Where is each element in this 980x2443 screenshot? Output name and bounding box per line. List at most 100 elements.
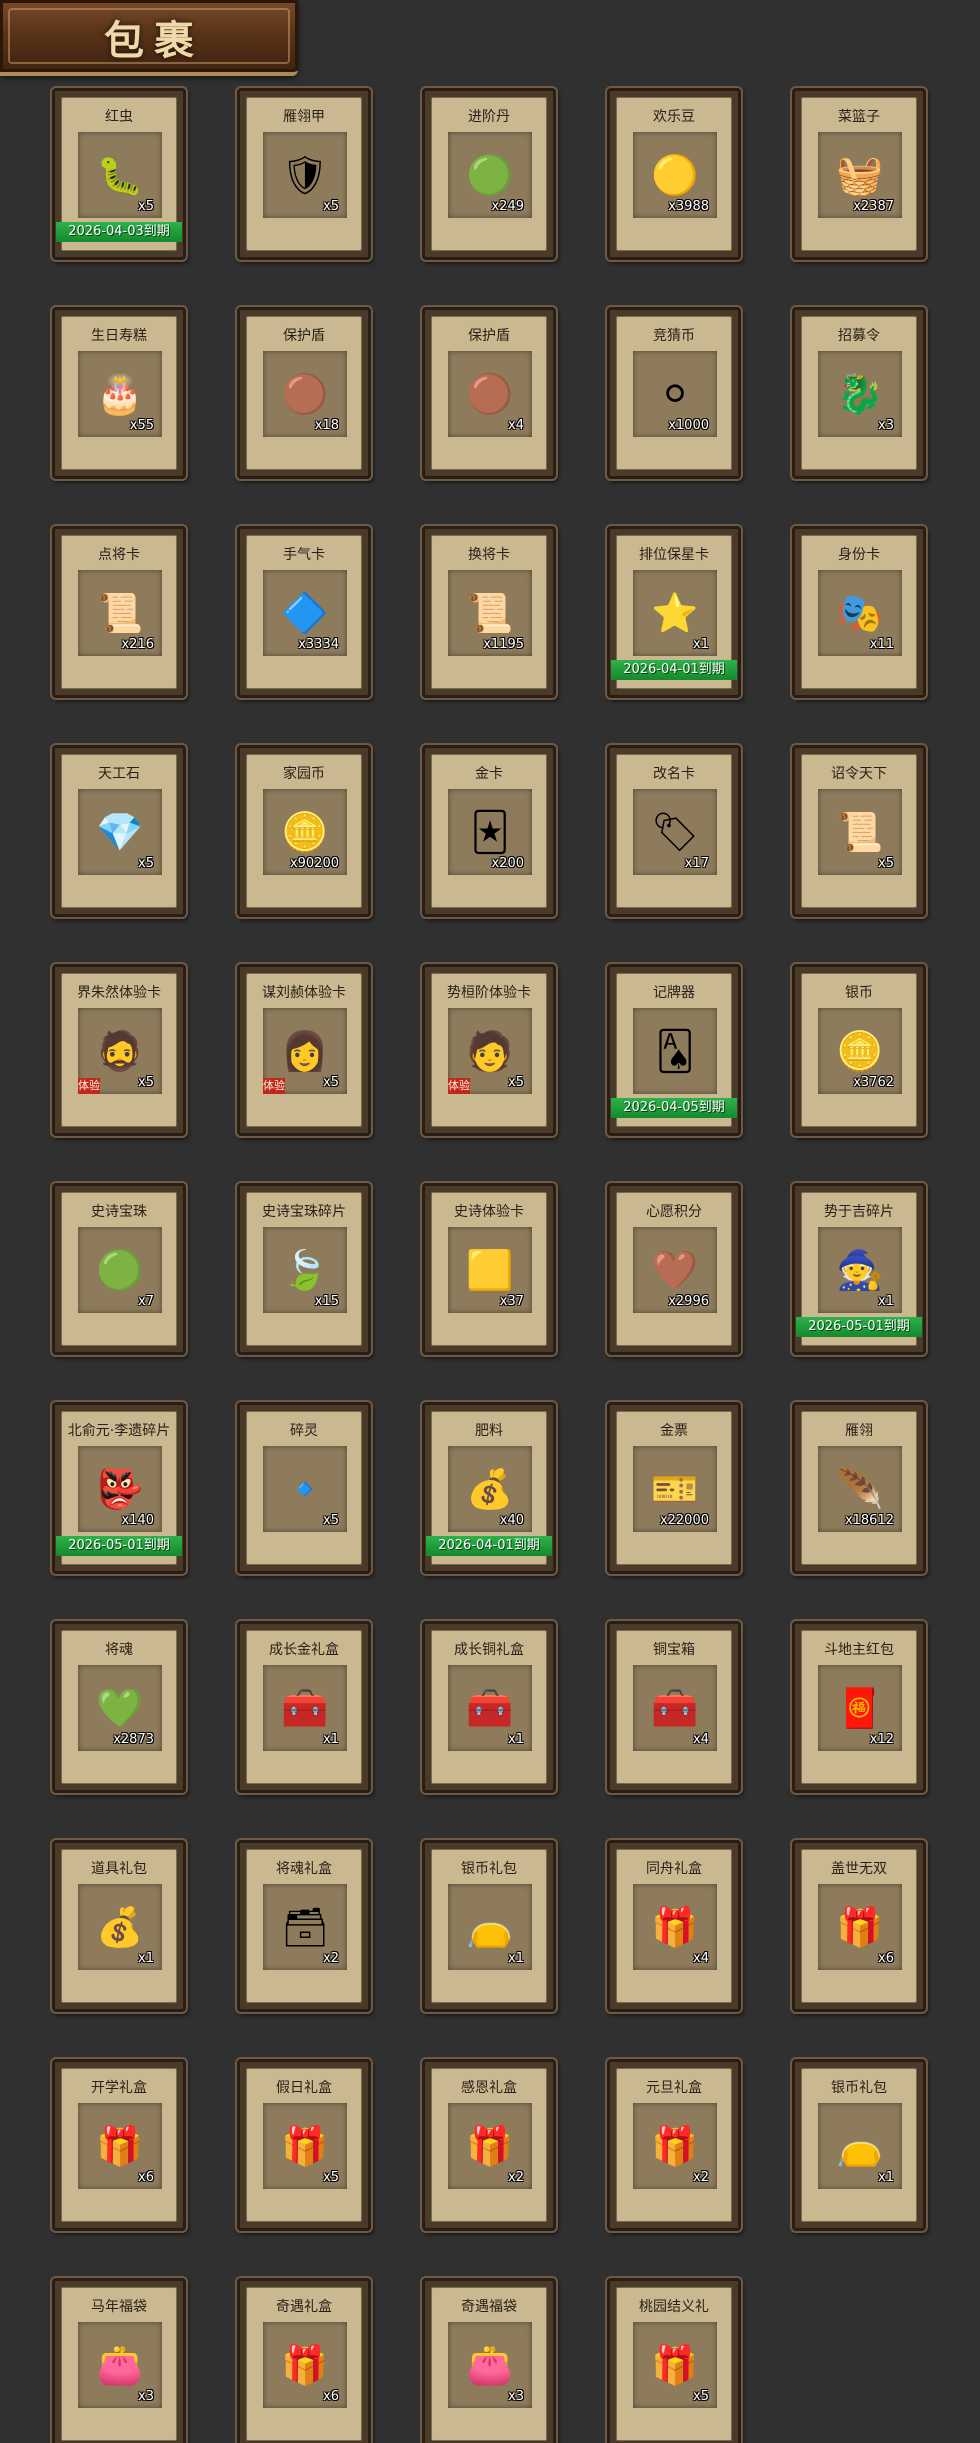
item-card[interactable]: 进阶丹 🟢 x249 — [422, 88, 556, 260]
item-card[interactable]: 谋刘赪体验卡 👩 体验 x5 — [237, 964, 371, 1136]
item-name: 史诗宝珠 — [91, 1204, 147, 1220]
item-card[interactable]: 生日寿糕 🎂 x55 — [52, 307, 186, 479]
item-count: x249 — [491, 199, 524, 214]
item-card-inner: 碎灵 🔹 x5 — [246, 1411, 362, 1565]
item-card[interactable]: 雁翎 🪶 x18612 — [792, 1402, 926, 1574]
item-name: 雁翎 — [845, 1423, 873, 1439]
item-card[interactable]: 将魂礼盒 🗃 x2 — [237, 1840, 371, 2012]
expiry-bar: 2026-04-01到期 — [611, 660, 737, 680]
expiry-bar: 2026-04-03到期 — [56, 222, 182, 242]
item-card[interactable]: 保护盾 🟤 x4 — [422, 307, 556, 479]
item-name: 碎灵 — [290, 1423, 318, 1439]
item-card[interactable]: 开学礼盒 🎁 x6 — [52, 2059, 186, 2231]
item-name: 马年福袋 — [91, 2299, 147, 2315]
item-card[interactable]: 成长铜礼盒 🧰 x1 — [422, 1621, 556, 1793]
item-name: 史诗宝珠碎片 — [262, 1204, 346, 1220]
item-name: 势于吉碎片 — [824, 1204, 894, 1220]
item-card[interactable]: 史诗宝珠 🟢 x7 — [52, 1183, 186, 1355]
item-card[interactable]: 道具礼包 💰 x1 — [52, 1840, 186, 2012]
item-card[interactable]: 金卡 🃏 x200 — [422, 745, 556, 917]
item-card[interactable]: 碎灵 🔹 x5 — [237, 1402, 371, 1574]
item-card[interactable]: 心愿积分 🤎 x2996 — [607, 1183, 741, 1355]
item-card[interactable]: 招募令 🐉 x3 — [792, 307, 926, 479]
item-card[interactable]: 家园币 🪙 x90200 — [237, 745, 371, 917]
item-card[interactable]: 同舟礼盒 🎁 x4 — [607, 1840, 741, 2012]
item-card[interactable]: 菜篮子 🧺 x2387 — [792, 88, 926, 260]
item-card[interactable]: 桃园结义礼 🎁 x5 — [607, 2278, 741, 2443]
item-count: x2387 — [853, 199, 894, 214]
item-card-inner: 奇遇礼盒 🎁 x6 — [246, 2287, 362, 2441]
item-count: x1195 — [483, 637, 524, 652]
item-card-inner: 银币 🪙 x3762 — [801, 973, 917, 1127]
item-name: 生日寿糕 — [91, 328, 147, 344]
item-card[interactable]: 排位保星卡 ⭐ x1 2026-04-01到期 — [607, 526, 741, 698]
item-card-inner: 雁翎 🪶 x18612 — [801, 1411, 917, 1565]
item-card[interactable]: 竞猜币 ⚪ x1000 — [607, 307, 741, 479]
item-card[interactable]: 天工石 💎 x5 — [52, 745, 186, 917]
item-card[interactable]: 史诗宝珠碎片 🍃 x15 — [237, 1183, 371, 1355]
item-card[interactable]: 欢乐豆 🟡 x3988 — [607, 88, 741, 260]
item-card[interactable]: 换将卡 📜 x1195 — [422, 526, 556, 698]
item-count: x1 — [693, 637, 709, 652]
item-card[interactable]: 雁翎甲 🛡 x5 — [237, 88, 371, 260]
item-card[interactable]: 银币 🪙 x3762 — [792, 964, 926, 1136]
item-count: x40 — [499, 1513, 524, 1528]
item-card[interactable]: 马年福袋 👛 x3 — [52, 2278, 186, 2443]
item-card-inner: 生日寿糕 🎂 x55 — [61, 316, 177, 470]
item-card[interactable]: 奇遇礼盒 🎁 x6 — [237, 2278, 371, 2443]
item-card[interactable]: 诏令天下 📜 x5 — [792, 745, 926, 917]
item-name: 开学礼盒 — [91, 2080, 147, 2096]
expiry-bar: 2026-05-01到期 — [796, 1317, 922, 1337]
item-card[interactable]: 成长金礼盒 🧰 x1 — [237, 1621, 371, 1793]
item-count: x3 — [878, 418, 894, 433]
item-card-inner: 保护盾 🟤 x18 — [246, 316, 362, 470]
item-count: x4 — [508, 418, 524, 433]
item-card-inner: 诏令天下 📜 x5 — [801, 754, 917, 908]
item-card-inner: 雁翎甲 🛡 x5 — [246, 97, 362, 251]
item-card-inner: 金卡 🃏 x200 — [431, 754, 547, 908]
item-count: x37 — [499, 1294, 524, 1309]
item-card[interactable]: 界朱然体验卡 🧔 体验 x5 — [52, 964, 186, 1136]
item-name: 成长铜礼盒 — [454, 1642, 524, 1658]
item-card[interactable]: 斗地主红包 🧧 x12 — [792, 1621, 926, 1793]
item-card[interactable]: 手气卡 🔷 x3334 — [237, 526, 371, 698]
item-card-inner: 银币礼包 👝 x1 — [431, 1849, 547, 2003]
item-card[interactable]: 银币礼包 👝 x1 — [422, 1840, 556, 2012]
item-count: x1 — [508, 1951, 524, 1966]
item-name: 将魂礼盒 — [276, 1861, 332, 1877]
item-card[interactable]: 史诗体验卡 🟨 x37 — [422, 1183, 556, 1355]
item-card[interactable]: 势于吉碎片 🧙 x1 2026-05-01到期 — [792, 1183, 926, 1355]
item-card[interactable]: 身份卡 🎭 x11 — [792, 526, 926, 698]
item-card[interactable]: 点将卡 📜 x216 — [52, 526, 186, 698]
item-card-inner: 奇遇福袋 👛 x3 — [431, 2287, 547, 2441]
item-card[interactable]: 奇遇福袋 👛 x3 — [422, 2278, 556, 2443]
item-card[interactable]: 金票 🎫 x22000 — [607, 1402, 741, 1574]
item-card[interactable]: 保护盾 🟤 x18 — [237, 307, 371, 479]
trial-tag: 体验 — [448, 1078, 470, 1094]
item-card[interactable]: 元旦礼盒 🎁 x2 — [607, 2059, 741, 2231]
item-count: x17 — [684, 856, 709, 871]
item-name: 银币礼包 — [461, 1861, 517, 1877]
item-card[interactable]: 势桓阶体验卡 🧑 体验 x5 — [422, 964, 556, 1136]
item-card[interactable]: 将魂 💚 x2873 — [52, 1621, 186, 1793]
item-card[interactable]: 盖世无双 🎁 x6 — [792, 1840, 926, 2012]
item-card[interactable]: 肥料 💰 x40 2026-04-01到期 — [422, 1402, 556, 1574]
item-card[interactable]: 假日礼盒 🎁 x5 — [237, 2059, 371, 2231]
item-card-inner: 成长铜礼盒 🧰 x1 — [431, 1630, 547, 1784]
item-card[interactable]: 改名卡 🏷 x17 — [607, 745, 741, 917]
item-card[interactable]: 感恩礼盒 🎁 x2 — [422, 2059, 556, 2231]
item-card[interactable]: 铜宝箱 🧰 x4 — [607, 1621, 741, 1793]
item-name: 心愿积分 — [646, 1204, 702, 1220]
item-card[interactable]: 银币礼包 👝 x1 — [792, 2059, 926, 2231]
item-count: x2 — [508, 2170, 524, 2185]
item-card[interactable]: 记牌器 🂡 2026-04-05到期 — [607, 964, 741, 1136]
item-card[interactable]: 红虫 🐛 x5 2026-04-03到期 — [52, 88, 186, 260]
item-card-inner: 改名卡 🏷 x17 — [616, 754, 732, 908]
item-name: 欢乐豆 — [653, 109, 695, 125]
item-card-inner: 桃园结义礼 🎁 x5 — [616, 2287, 732, 2441]
item-card[interactable]: 北俞元·李遗碎片 👺 x140 2026-05-01到期 — [52, 1402, 186, 1574]
item-card-inner: 将魂 💚 x2873 — [61, 1630, 177, 1784]
item-name: 排位保星卡 — [639, 547, 709, 563]
item-name: 史诗体验卡 — [454, 1204, 524, 1220]
item-count: x1 — [878, 2170, 894, 2185]
